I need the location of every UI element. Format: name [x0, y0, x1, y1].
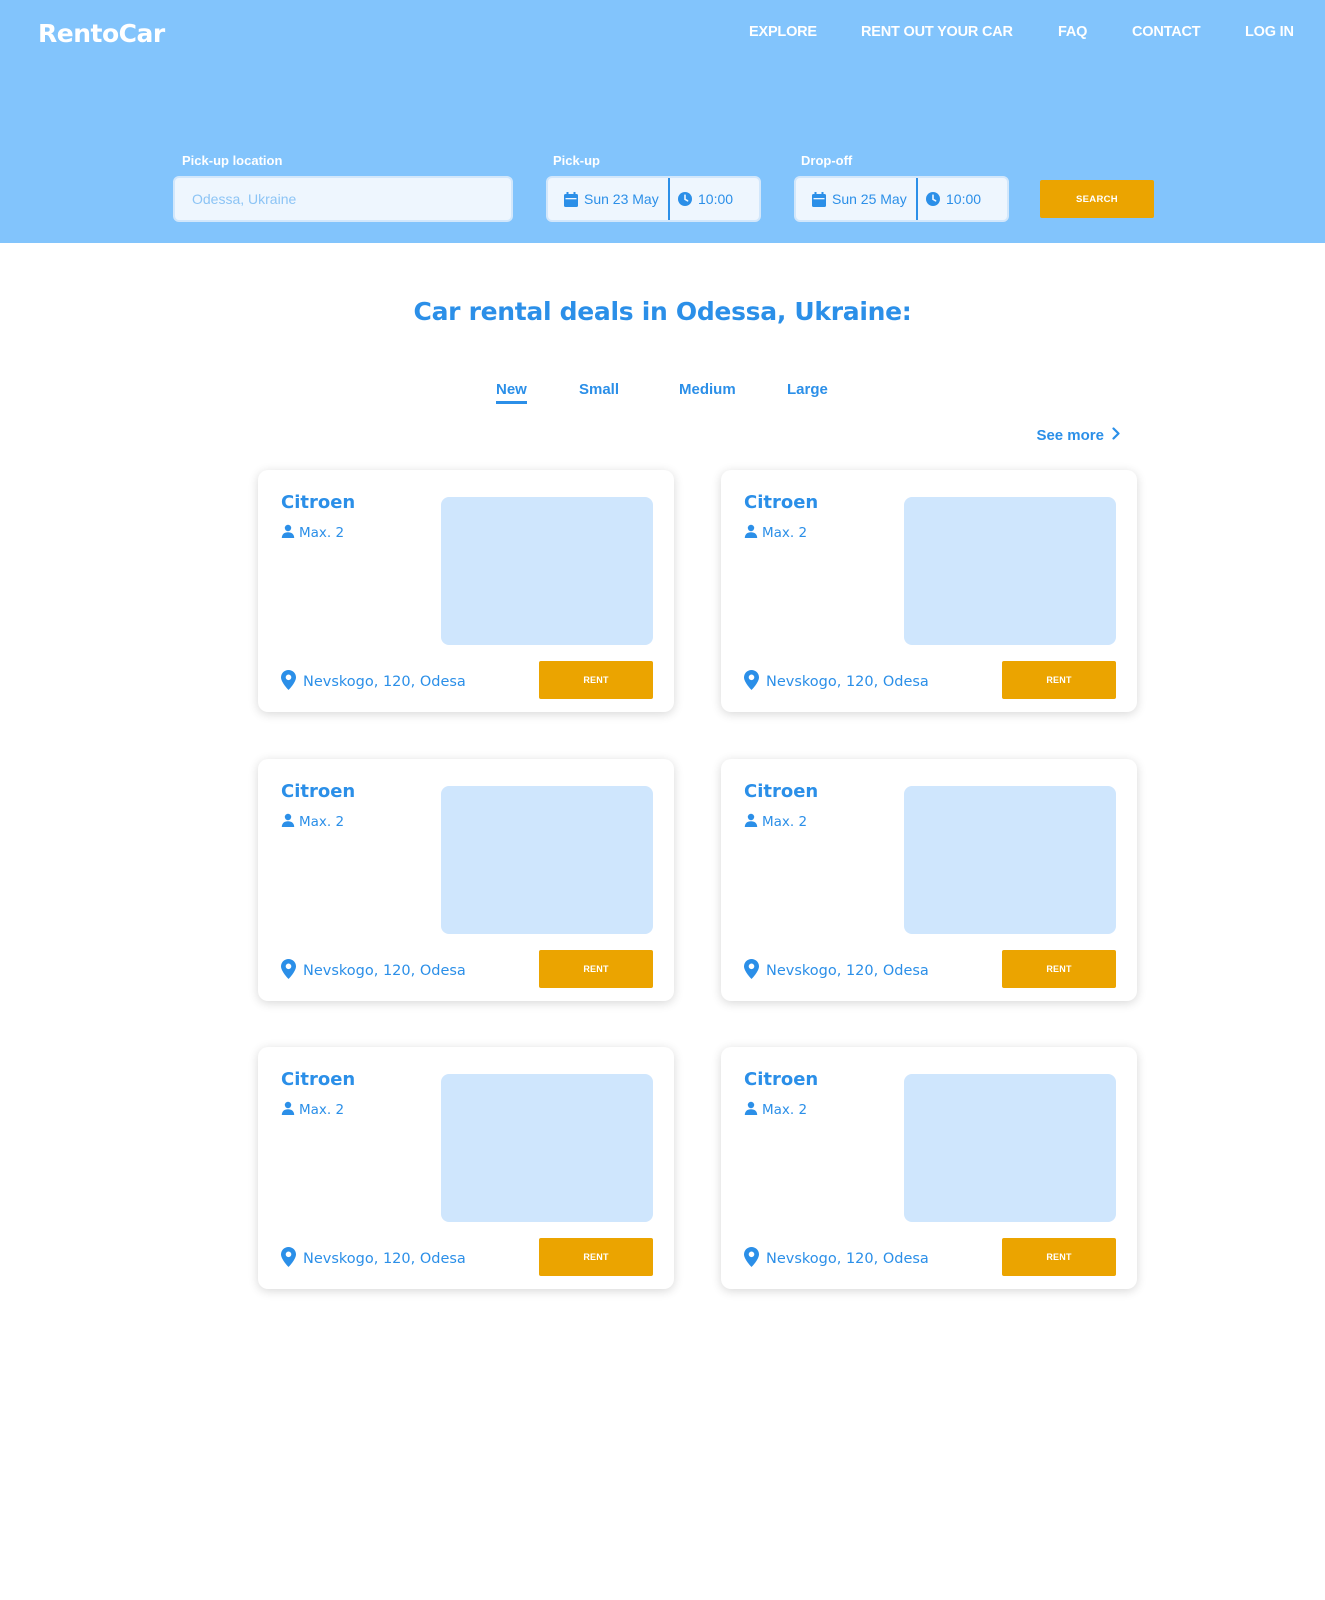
tab-large[interactable]: Large	[787, 381, 828, 398]
clock-icon	[926, 192, 940, 206]
car-image	[441, 1074, 653, 1222]
dropoff-time-value: 10:00	[946, 191, 982, 207]
nav-explore[interactable]: EXPLORE	[749, 24, 817, 40]
person-icon	[281, 524, 295, 542]
car-location: Nevskogo, 120, Odesa	[744, 959, 929, 983]
clock-icon	[678, 192, 692, 206]
car-location-value: Nevskogo, 120, Odesa	[303, 674, 466, 690]
see-more-link[interactable]: See more	[1036, 427, 1120, 444]
car-seats: Max. 2	[281, 1101, 344, 1119]
car-seats-value: Max. 2	[299, 525, 345, 541]
pickup-time[interactable]: 10:00	[670, 191, 733, 207]
pickup-location-input[interactable]	[173, 176, 513, 222]
car-card: Citroen Max. 2 Nevskogo, 120, Odesa RENT	[721, 1047, 1137, 1289]
search-button[interactable]: SEARCH	[1040, 180, 1154, 218]
category-tabs: New Small Medium Large	[0, 381, 1325, 411]
car-location-value: Nevskogo, 120, Odesa	[766, 963, 929, 979]
location-pin-icon	[744, 959, 759, 983]
location-pin-icon	[281, 670, 296, 694]
tab-new[interactable]: New	[496, 381, 527, 404]
pickup-time-value: 10:00	[698, 191, 734, 207]
location-pin-icon	[744, 1247, 759, 1271]
page-title: Car rental deals in Odessa, Ukraine:	[413, 297, 912, 326]
car-location-value: Nevskogo, 120, Odesa	[766, 674, 929, 690]
location-pin-icon	[281, 959, 296, 983]
calendar-icon	[564, 191, 578, 207]
car-location-value: Nevskogo, 120, Odesa	[766, 1251, 929, 1267]
car-image	[441, 786, 653, 934]
car-seats: Max. 2	[281, 813, 344, 831]
tab-medium[interactable]: Medium	[679, 381, 736, 398]
see-more-label: See more	[1036, 427, 1104, 444]
logo[interactable]: RentoCar	[38, 19, 165, 48]
car-card: Citroen Max. 2 Nevskogo, 120, Odesa RENT	[721, 470, 1137, 712]
car-seats-value: Max. 2	[762, 1102, 808, 1118]
rent-button[interactable]: RENT	[539, 661, 653, 699]
car-location-value: Nevskogo, 120, Odesa	[303, 963, 466, 979]
car-location: Nevskogo, 120, Odesa	[744, 1247, 929, 1271]
nav-contact[interactable]: CONTACT	[1132, 24, 1201, 40]
person-icon	[744, 813, 758, 831]
car-seats-value: Max. 2	[762, 525, 808, 541]
car-seats-value: Max. 2	[299, 814, 345, 830]
car-location: Nevskogo, 120, Odesa	[281, 670, 466, 694]
car-card: Citroen Max. 2 Nevskogo, 120, Odesa RENT	[721, 759, 1137, 1001]
rent-button[interactable]: RENT	[539, 950, 653, 988]
dropoff-datetime[interactable]: Sun 25 May 10:00	[794, 176, 1009, 222]
rent-button[interactable]: RENT	[539, 1238, 653, 1276]
person-icon	[281, 813, 295, 831]
car-card: Citroen Max. 2 Nevskogo, 120, Odesa RENT	[258, 470, 674, 712]
header: RentoCar EXPLORE RENT OUT YOUR CAR FAQ C…	[0, 0, 1325, 243]
nav-log-in[interactable]: LOG IN	[1245, 24, 1294, 40]
car-seats-value: Max. 2	[299, 1102, 345, 1118]
car-location-value: Nevskogo, 120, Odesa	[303, 1251, 466, 1267]
car-image	[904, 786, 1116, 934]
car-model: Citroen	[281, 492, 356, 513]
car-card: Citroen Max. 2 Nevskogo, 120, Odesa RENT	[258, 759, 674, 1001]
person-icon	[281, 1101, 295, 1119]
car-model: Citroen	[744, 781, 819, 802]
car-image	[441, 497, 653, 645]
rent-button[interactable]: RENT	[1002, 661, 1116, 699]
car-seats: Max. 2	[281, 524, 344, 542]
car-model: Citroen	[744, 492, 819, 513]
car-seats: Max. 2	[744, 813, 807, 831]
dropoff-date-value: Sun 25 May	[832, 191, 907, 207]
car-image	[904, 1074, 1116, 1222]
pickup-label: Pick-up	[553, 153, 600, 168]
chevron-right-icon	[1112, 427, 1120, 444]
pickup-location-label: Pick-up location	[182, 153, 283, 168]
car-location: Nevskogo, 120, Odesa	[281, 959, 466, 983]
car-model: Citroen	[281, 781, 356, 802]
rent-button[interactable]: RENT	[1002, 950, 1116, 988]
car-model: Citroen	[281, 1069, 356, 1090]
car-seats: Max. 2	[744, 524, 807, 542]
person-icon	[744, 1101, 758, 1119]
dropoff-time[interactable]: 10:00	[918, 191, 981, 207]
pickup-date[interactable]: Sun 23 May	[548, 178, 670, 220]
location-pin-icon	[281, 1247, 296, 1271]
car-image	[904, 497, 1116, 645]
calendar-icon	[812, 191, 826, 207]
pickup-date-value: Sun 23 May	[584, 191, 659, 207]
car-location: Nevskogo, 120, Odesa	[744, 670, 929, 694]
dropoff-date[interactable]: Sun 25 May	[796, 178, 918, 220]
car-model: Citroen	[744, 1069, 819, 1090]
tab-small[interactable]: Small	[579, 381, 619, 398]
rent-button[interactable]: RENT	[1002, 1238, 1116, 1276]
person-icon	[744, 524, 758, 542]
car-seats-value: Max. 2	[762, 814, 808, 830]
nav-faq[interactable]: FAQ	[1058, 24, 1087, 40]
pickup-datetime[interactable]: Sun 23 May 10:00	[546, 176, 761, 222]
nav-rent-out-your-car[interactable]: RENT OUT YOUR CAR	[861, 24, 1013, 40]
location-pin-icon	[744, 670, 759, 694]
dropoff-label: Drop-off	[801, 153, 853, 168]
car-card: Citroen Max. 2 Nevskogo, 120, Odesa RENT	[258, 1047, 674, 1289]
car-seats: Max. 2	[744, 1101, 807, 1119]
car-location: Nevskogo, 120, Odesa	[281, 1247, 466, 1271]
